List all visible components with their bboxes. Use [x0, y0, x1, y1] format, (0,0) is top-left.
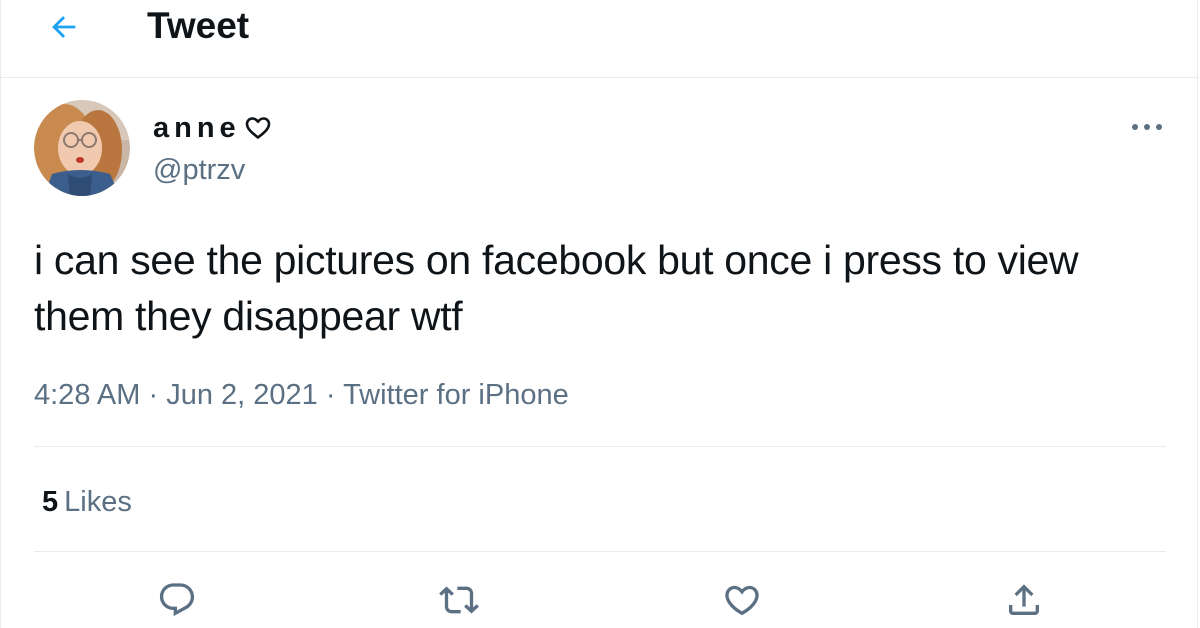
more-horizontal-icon — [1132, 124, 1162, 130]
likes-count: 5 — [42, 486, 59, 518]
share-icon — [1009, 584, 1039, 615]
like-icon — [725, 585, 759, 616]
divider — [34, 551, 1166, 552]
tweet-source[interactable]: Twitter for iPhone — [343, 379, 569, 411]
likes-label: Likes — [64, 486, 132, 518]
reply-icon — [159, 583, 195, 617]
author-display-name[interactable]: anne — [153, 108, 271, 148]
likes-stat[interactable]: 5 Likes — [42, 482, 132, 522]
divider — [34, 446, 1166, 447]
tweet-time[interactable]: 4:28 AM — [34, 379, 140, 411]
tweet-date[interactable]: Jun 2, 2021 — [166, 379, 318, 411]
author-handle[interactable]: @ptrzv — [153, 150, 245, 190]
share-button[interactable] — [999, 575, 1049, 625]
display-name-text: anne — [153, 112, 241, 144]
retweet-icon — [439, 586, 479, 614]
reply-button[interactable] — [152, 575, 202, 625]
avatar-photo — [34, 100, 130, 196]
meta-separator: · — [148, 379, 159, 411]
like-button[interactable] — [717, 575, 767, 625]
tweet-metadata: 4:28 AM · Jun 2, 2021 · Twitter for iPho… — [34, 375, 569, 415]
page-title: Tweet — [147, 5, 250, 46]
white-heart-icon — [245, 116, 271, 140]
arrow-left-icon — [52, 16, 76, 38]
more-options-button[interactable] — [1125, 110, 1169, 144]
avatar[interactable] — [34, 100, 130, 196]
back-button[interactable] — [41, 4, 87, 50]
page-header: Tweet — [1, 0, 1199, 78]
tweet-text: i can see the pictures on facebook but o… — [34, 237, 1079, 339]
tweet-page: Tweet anne @ptrzv i can see the pictures… — [0, 0, 1199, 628]
meta-separator: · — [325, 379, 336, 411]
retweet-button[interactable] — [434, 575, 484, 625]
